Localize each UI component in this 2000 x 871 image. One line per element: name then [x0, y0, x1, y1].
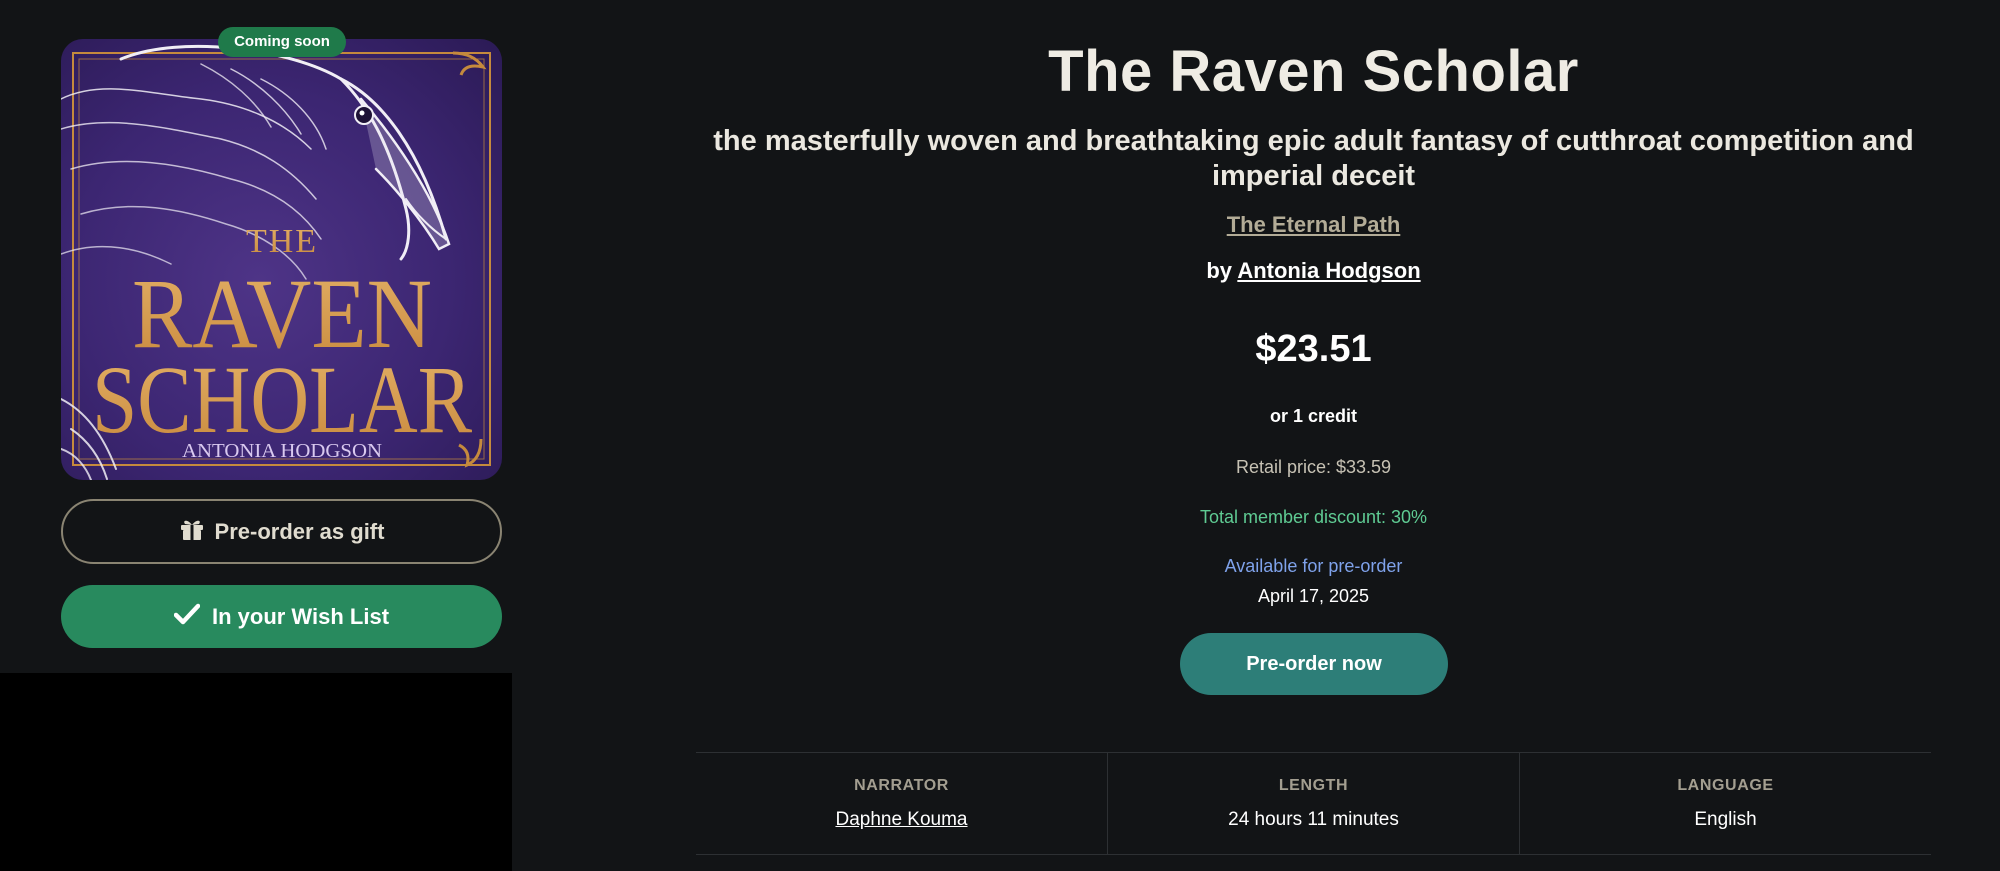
checkmark-icon: [173, 603, 201, 631]
narrator-cell: NARRATOR Daphne Kouma: [696, 753, 1107, 854]
availability-status: Available for pre-order: [1224, 556, 1403, 576]
author-link[interactable]: Antonia Hodgson: [1237, 258, 1420, 283]
author-line: by Antonia Hodgson: [696, 258, 1931, 284]
cover-text-author: ANTONIA HODGSON: [182, 440, 382, 462]
wishlist-button[interactable]: In your Wish List: [61, 585, 502, 648]
credit-price: or 1 credit: [1269, 406, 1358, 426]
author-prefix: by: [1206, 258, 1233, 283]
product-page: THE RAVEN SCHOLAR ANTONIA HODGSON Coming…: [0, 0, 2000, 871]
length-cell: LENGTH 24 hours 11 minutes: [1107, 753, 1519, 854]
language-cell: LANGUAGE English: [1519, 753, 1931, 854]
cover-text-the: THE: [246, 223, 318, 260]
wishlist-label: In your Wish List: [211, 603, 390, 629]
series-link[interactable]: The Eternal Path: [696, 212, 1931, 238]
release-date: April 17, 2025: [1257, 586, 1370, 606]
preorder-gift-label: Pre-order as gift: [214, 518, 385, 544]
raven-illustration: THE RAVEN SCHOLAR ANTONIA HODGSON: [61, 44, 491, 480]
language-label: LANGUAGE: [1677, 777, 1774, 794]
price: $23.51: [1255, 328, 1372, 370]
length-value: 24 hours 11 minutes: [1228, 809, 1399, 830]
book-title: The Raven Scholar: [1048, 39, 1579, 104]
retail-price: Retail price: $33.59: [1235, 457, 1392, 477]
book-subtitle: the masterfully woven and breathtaking e…: [713, 125, 1914, 192]
left-column: THE RAVEN SCHOLAR ANTONIA HODGSON Coming…: [0, 0, 512, 871]
member-discount: Total member discount: 30%: [1199, 507, 1428, 527]
cover-art-container: THE RAVEN SCHOLAR ANTONIA HODGSON: [61, 39, 502, 480]
coming-soon-badge: Coming soon: [218, 27, 346, 57]
details-row: NARRATOR Daphne Kouma LENGTH 24 hours 11…: [696, 752, 1931, 855]
language-value: English: [1694, 809, 1757, 830]
media-panel: [0, 673, 512, 871]
gift-icon: [179, 517, 205, 547]
preorder-gift-button[interactable]: Pre-order as gift: [61, 499, 502, 564]
cover-text-scholar: SCHOLAR: [92, 346, 472, 453]
narrator-label: NARRATOR: [854, 777, 949, 794]
length-label: LENGTH: [1278, 777, 1349, 794]
book-cover[interactable]: THE RAVEN SCHOLAR ANTONIA HODGSON: [61, 39, 502, 480]
product-details: The Raven Scholar the masterfully woven …: [696, 0, 1931, 871]
preorder-now-button[interactable]: Pre-order now: [1180, 633, 1448, 695]
narrator-link[interactable]: Daphne Kouma: [696, 809, 1107, 831]
